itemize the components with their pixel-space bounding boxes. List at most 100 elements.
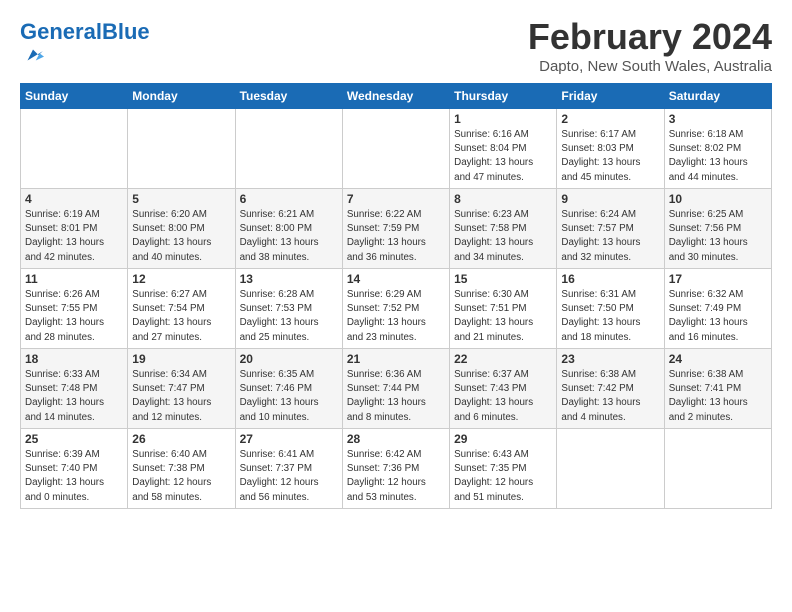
day-number: 10 xyxy=(669,192,767,206)
logo-blue: Blue xyxy=(102,19,150,44)
day-number: 1 xyxy=(454,112,552,126)
day-info: Sunrise: 6:38 AM Sunset: 7:42 PM Dayligh… xyxy=(561,368,659,425)
day-number: 29 xyxy=(454,432,552,446)
calendar-week-row: 11 Sunrise: 6:26 AM Sunset: 7:55 PM Dayli… xyxy=(21,269,772,349)
day-info: Sunrise: 6:21 AM Sunset: 8:00 PM Dayligh… xyxy=(240,208,338,265)
calendar-cell: 29 Sunrise: 6:43 AM Sunset: 7:35 PM Dayli… xyxy=(450,429,557,509)
day-info: Sunrise: 6:26 AM Sunset: 7:55 PM Dayligh… xyxy=(25,288,123,345)
weekday-header-wednesday: Wednesday xyxy=(342,84,449,109)
day-info: Sunrise: 6:25 AM Sunset: 7:56 PM Dayligh… xyxy=(669,208,767,265)
day-info: Sunrise: 6:37 AM Sunset: 7:43 PM Dayligh… xyxy=(454,368,552,425)
day-number: 14 xyxy=(347,272,445,286)
day-info: Sunrise: 6:30 AM Sunset: 7:51 PM Dayligh… xyxy=(454,288,552,345)
logo-text: GeneralBlue xyxy=(20,20,150,44)
logo-general: General xyxy=(20,19,102,44)
day-info: Sunrise: 6:31 AM Sunset: 7:50 PM Dayligh… xyxy=(561,288,659,345)
day-number: 19 xyxy=(132,352,230,366)
calendar-cell xyxy=(128,109,235,189)
day-number: 9 xyxy=(561,192,659,206)
calendar-cell: 9 Sunrise: 6:24 AM Sunset: 7:57 PM Daylig… xyxy=(557,189,664,269)
calendar-cell: 13 Sunrise: 6:28 AM Sunset: 7:53 PM Dayli… xyxy=(235,269,342,349)
calendar-cell: 14 Sunrise: 6:29 AM Sunset: 7:52 PM Dayli… xyxy=(342,269,449,349)
day-info: Sunrise: 6:38 AM Sunset: 7:41 PM Dayligh… xyxy=(669,368,767,425)
day-number: 28 xyxy=(347,432,445,446)
calendar-cell: 16 Sunrise: 6:31 AM Sunset: 7:50 PM Dayli… xyxy=(557,269,664,349)
calendar-cell: 19Sunrise: 6:34 AM Sunset: 7:47 PM Dayli… xyxy=(128,349,235,429)
weekday-header-tuesday: Tuesday xyxy=(235,84,342,109)
day-info: Sunrise: 6:36 AM Sunset: 7:44 PM Dayligh… xyxy=(347,368,445,425)
calendar-week-row: 1 Sunrise: 6:16 AM Sunset: 8:04 PM Daylig… xyxy=(21,109,772,189)
calendar-week-row: 25 Sunrise: 6:39 AM Sunset: 7:40 PM Dayli… xyxy=(21,429,772,509)
calendar-cell: 23 Sunrise: 6:38 AM Sunset: 7:42 PM Dayli… xyxy=(557,349,664,429)
calendar-cell: 1 Sunrise: 6:16 AM Sunset: 8:04 PM Daylig… xyxy=(450,109,557,189)
weekday-header-saturday: Saturday xyxy=(664,84,771,109)
day-number: 5 xyxy=(132,192,230,206)
calendar-table: SundayMondayTuesdayWednesdayThursdayFrid… xyxy=(20,83,772,509)
calendar-cell: 27 Sunrise: 6:41 AM Sunset: 7:37 PM Dayli… xyxy=(235,429,342,509)
day-number: 24 xyxy=(669,352,767,366)
day-number: 27 xyxy=(240,432,338,446)
day-info: Sunrise: 6:24 AM Sunset: 7:57 PM Dayligh… xyxy=(561,208,659,265)
calendar-cell: 6Sunrise: 6:21 AM Sunset: 8:00 PM Daylig… xyxy=(235,189,342,269)
calendar-cell xyxy=(21,109,128,189)
logo-icon xyxy=(22,44,44,66)
day-info: Sunrise: 6:33 AM Sunset: 7:48 PM Dayligh… xyxy=(25,368,123,425)
day-info: Sunrise: 6:23 AM Sunset: 7:58 PM Dayligh… xyxy=(454,208,552,265)
calendar-cell: 24 Sunrise: 6:38 AM Sunset: 7:41 PM Dayli… xyxy=(664,349,771,429)
day-info: Sunrise: 6:28 AM Sunset: 7:53 PM Dayligh… xyxy=(240,288,338,345)
calendar-cell: 25 Sunrise: 6:39 AM Sunset: 7:40 PM Dayli… xyxy=(21,429,128,509)
calendar-cell: 8 Sunrise: 6:23 AM Sunset: 7:58 PM Daylig… xyxy=(450,189,557,269)
day-number: 13 xyxy=(240,272,338,286)
page-header: GeneralBlue February 2024 Dapto, New Sou… xyxy=(20,16,772,75)
day-info: Sunrise: 6:17 AM Sunset: 8:03 PM Dayligh… xyxy=(561,128,659,185)
calendar-cell xyxy=(342,109,449,189)
weekday-header-thursday: Thursday xyxy=(450,84,557,109)
day-info: Sunrise: 6:18 AM Sunset: 8:02 PM Dayligh… xyxy=(669,128,767,185)
calendar-cell: 28 Sunrise: 6:42 AM Sunset: 7:36 PM Dayli… xyxy=(342,429,449,509)
day-number: 16 xyxy=(561,272,659,286)
day-number: 3 xyxy=(669,112,767,126)
calendar-cell: 3 Sunrise: 6:18 AM Sunset: 8:02 PM Daylig… xyxy=(664,109,771,189)
day-info: Sunrise: 6:29 AM Sunset: 7:52 PM Dayligh… xyxy=(347,288,445,345)
day-info: Sunrise: 6:42 AM Sunset: 7:36 PM Dayligh… xyxy=(347,448,445,505)
calendar-cell xyxy=(557,429,664,509)
day-number: 18 xyxy=(25,352,123,366)
calendar-cell: 15 Sunrise: 6:30 AM Sunset: 7:51 PM Dayli… xyxy=(450,269,557,349)
calendar-cell xyxy=(235,109,342,189)
day-number: 15 xyxy=(454,272,552,286)
day-info: Sunrise: 6:35 AM Sunset: 7:46 PM Dayligh… xyxy=(240,368,338,425)
day-info: Sunrise: 6:39 AM Sunset: 7:40 PM Dayligh… xyxy=(25,448,123,505)
day-number: 23 xyxy=(561,352,659,366)
calendar-week-row: 4Sunrise: 6:19 AM Sunset: 8:01 PM Daylig… xyxy=(21,189,772,269)
day-number: 26 xyxy=(132,432,230,446)
day-number: 25 xyxy=(25,432,123,446)
day-info: Sunrise: 6:40 AM Sunset: 7:38 PM Dayligh… xyxy=(132,448,230,505)
day-info: Sunrise: 6:20 AM Sunset: 8:00 PM Dayligh… xyxy=(132,208,230,265)
calendar-cell: 20 Sunrise: 6:35 AM Sunset: 7:46 PM Dayli… xyxy=(235,349,342,429)
weekday-header-friday: Friday xyxy=(557,84,664,109)
calendar-cell: 11 Sunrise: 6:26 AM Sunset: 7:55 PM Dayli… xyxy=(21,269,128,349)
day-info: Sunrise: 6:41 AM Sunset: 7:37 PM Dayligh… xyxy=(240,448,338,505)
day-number: 2 xyxy=(561,112,659,126)
day-info: Sunrise: 6:22 AM Sunset: 7:59 PM Dayligh… xyxy=(347,208,445,265)
day-info: Sunrise: 6:32 AM Sunset: 7:49 PM Dayligh… xyxy=(669,288,767,345)
calendar-cell xyxy=(664,429,771,509)
calendar-cell: 2 Sunrise: 6:17 AM Sunset: 8:03 PM Daylig… xyxy=(557,109,664,189)
calendar-cell: 26 Sunrise: 6:40 AM Sunset: 7:38 PM Dayli… xyxy=(128,429,235,509)
day-number: 8 xyxy=(454,192,552,206)
day-number: 11 xyxy=(25,272,123,286)
day-number: 20 xyxy=(240,352,338,366)
month-title: February 2024 xyxy=(528,16,772,58)
calendar-cell: 18 Sunrise: 6:33 AM Sunset: 7:48 PM Dayli… xyxy=(21,349,128,429)
day-number: 17 xyxy=(669,272,767,286)
title-section: February 2024 Dapto, New South Wales, Au… xyxy=(528,16,772,75)
day-info: Sunrise: 6:16 AM Sunset: 8:04 PM Dayligh… xyxy=(454,128,552,185)
weekday-header-sunday: Sunday xyxy=(21,84,128,109)
day-number: 7 xyxy=(347,192,445,206)
calendar-cell: 7 Sunrise: 6:22 AM Sunset: 7:59 PM Daylig… xyxy=(342,189,449,269)
weekday-header-monday: Monday xyxy=(128,84,235,109)
day-info: Sunrise: 6:43 AM Sunset: 7:35 PM Dayligh… xyxy=(454,448,552,505)
day-number: 21 xyxy=(347,352,445,366)
calendar-cell: 4Sunrise: 6:19 AM Sunset: 8:01 PM Daylig… xyxy=(21,189,128,269)
calendar-cell: 12Sunrise: 6:27 AM Sunset: 7:54 PM Dayli… xyxy=(128,269,235,349)
